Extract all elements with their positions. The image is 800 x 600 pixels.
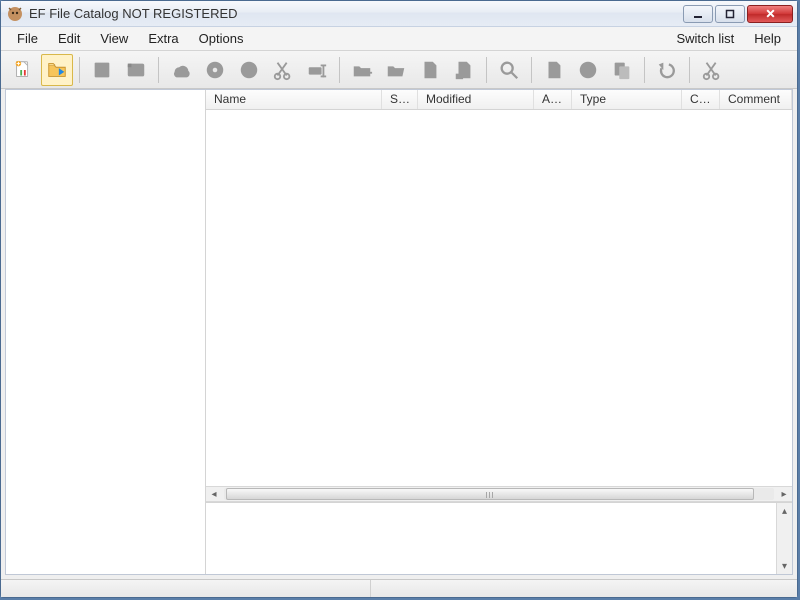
column-attributes[interactable]: Attri... <box>534 90 572 109</box>
column-name[interactable]: Name <box>206 90 382 109</box>
column-comment[interactable]: Comment <box>720 90 792 109</box>
toolbar-separator <box>531 57 532 83</box>
tree-pane[interactable] <box>6 90 206 574</box>
copy-button[interactable] <box>606 54 638 86</box>
right-pane: Name Size Modified Attri... Type Cate...… <box>206 90 792 574</box>
toolbar <box>1 51 797 89</box>
close-button[interactable] <box>747 5 793 23</box>
vertical-scrollbar[interactable]: ▴ ▾ <box>776 503 792 574</box>
status-cell-2 <box>371 580 797 597</box>
folder-button-2[interactable] <box>380 54 412 86</box>
undo-button[interactable] <box>651 54 683 86</box>
status-bar <box>1 579 797 597</box>
toolbar-separator <box>689 57 690 83</box>
scroll-track[interactable] <box>224 488 774 500</box>
search-button[interactable] <box>493 54 525 86</box>
menu-help[interactable]: Help <box>744 28 791 49</box>
cut-disc-button[interactable] <box>267 54 299 86</box>
toolbar-separator <box>79 57 80 83</box>
menu-view[interactable]: View <box>90 28 138 49</box>
folder-button-1[interactable] <box>346 54 378 86</box>
item-button-2[interactable] <box>572 54 604 86</box>
window-title: EF File Catalog NOT REGISTERED <box>29 6 238 21</box>
card-button[interactable] <box>120 54 152 86</box>
column-size[interactable]: Size <box>382 90 418 109</box>
doc-button-2[interactable] <box>448 54 480 86</box>
menu-extra[interactable]: Extra <box>138 28 188 49</box>
toolbar-separator <box>486 57 487 83</box>
column-category[interactable]: Cate... <box>682 90 720 109</box>
disc-cloud-button[interactable] <box>165 54 197 86</box>
menu-edit[interactable]: Edit <box>48 28 90 49</box>
menu-bar: File Edit View Extra Options Switch list… <box>1 27 797 51</box>
horizontal-scrollbar[interactable]: ◂ ▸ <box>206 486 792 502</box>
list-body[interactable] <box>206 110 792 486</box>
column-type[interactable]: Type <box>572 90 682 109</box>
record-button[interactable] <box>233 54 265 86</box>
column-modified[interactable]: Modified <box>418 90 534 109</box>
minimize-button[interactable] <box>683 5 713 23</box>
open-catalog-button[interactable] <box>41 54 73 86</box>
scroll-thumb[interactable] <box>226 488 754 500</box>
scroll-right-icon[interactable]: ▸ <box>776 487 792 501</box>
menu-switch-list[interactable]: Switch list <box>666 28 744 49</box>
app-icon <box>7 6 23 22</box>
toolbar-separator <box>158 57 159 83</box>
toolbar-separator <box>644 57 645 83</box>
maximize-button[interactable] <box>715 5 745 23</box>
app-window: EF File Catalog NOT REGISTERED File Edit… <box>0 0 798 598</box>
rename-disc-button[interactable] <box>301 54 333 86</box>
item-button-1[interactable] <box>538 54 570 86</box>
doc-button-1[interactable] <box>414 54 446 86</box>
scissors-button[interactable] <box>696 54 728 86</box>
main-area: Name Size Modified Attri... Type Cate...… <box>5 89 793 575</box>
menu-options[interactable]: Options <box>189 28 254 49</box>
disc-button[interactable] <box>199 54 231 86</box>
toolbar-separator <box>339 57 340 83</box>
new-catalog-button[interactable] <box>7 54 39 86</box>
scroll-down-icon[interactable]: ▾ <box>777 558 792 574</box>
status-cell-1 <box>1 580 371 597</box>
floppy-button[interactable] <box>86 54 118 86</box>
list-header: Name Size Modified Attri... Type Cate...… <box>206 90 792 110</box>
detail-pane[interactable]: ▴ ▾ <box>206 502 792 574</box>
scroll-up-icon[interactable]: ▴ <box>777 503 792 519</box>
scroll-left-icon[interactable]: ◂ <box>206 487 222 501</box>
menu-file[interactable]: File <box>7 28 48 49</box>
title-bar: EF File Catalog NOT REGISTERED <box>1 1 797 27</box>
